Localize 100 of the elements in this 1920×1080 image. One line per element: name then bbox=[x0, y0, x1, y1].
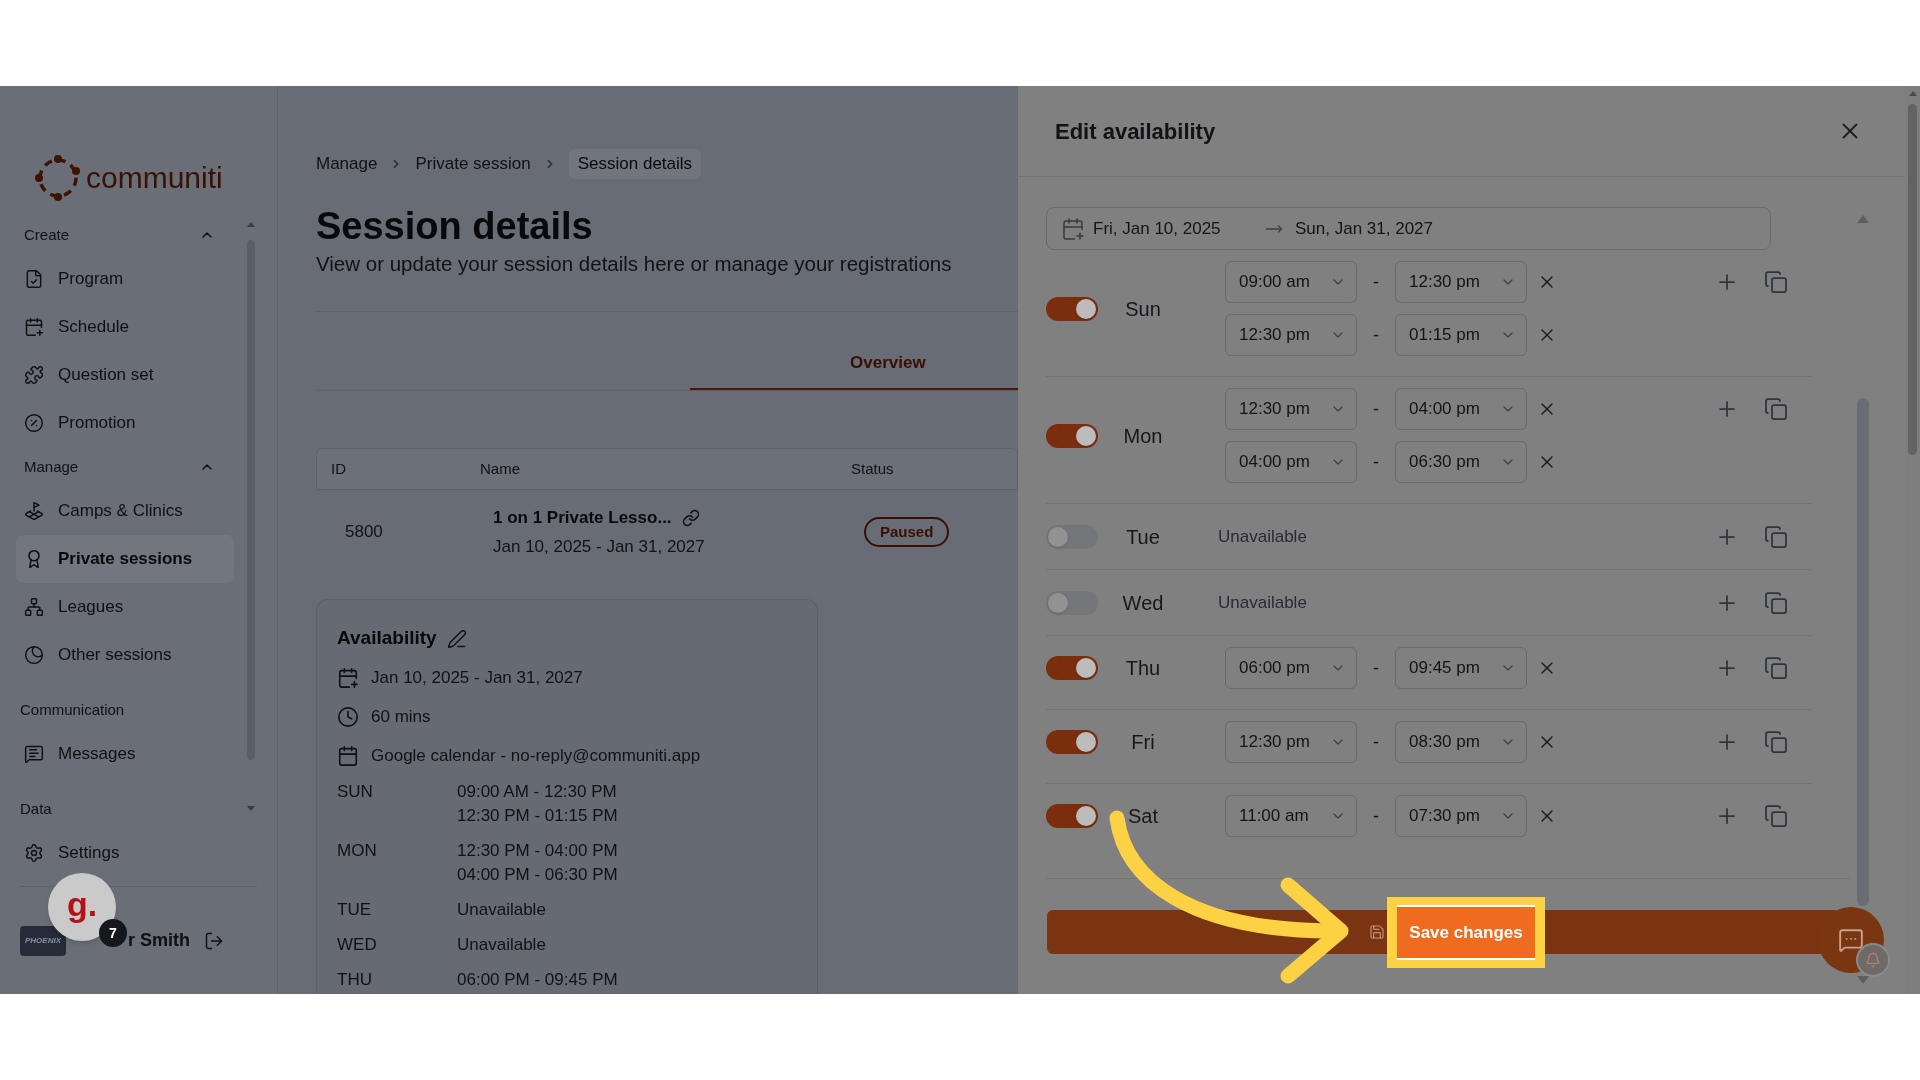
breadcrumb-link[interactable]: Manage bbox=[316, 151, 378, 177]
time-select[interactable]: 04:00 pm bbox=[1395, 388, 1527, 430]
time-select[interactable]: 04:00 pm bbox=[1225, 441, 1357, 483]
day-label: MON bbox=[337, 840, 378, 862]
column-header: Name bbox=[479, 458, 521, 479]
nav-item[interactable]: Other sessions bbox=[16, 631, 234, 679]
time-select[interactable]: 12:30 pm bbox=[1395, 261, 1527, 303]
clock-icon bbox=[337, 705, 359, 728]
time-select[interactable]: 12:30 pm bbox=[1225, 721, 1357, 763]
breadcrumb-link[interactable]: Session details bbox=[568, 149, 702, 179]
time-range: 12:30 PM - 01:15 PM bbox=[457, 805, 619, 827]
nav-item[interactable]: Promotion bbox=[16, 399, 234, 447]
day-label: Sun bbox=[1124, 296, 1162, 322]
start-date: Fri, Jan 10, 2025 bbox=[1093, 217, 1222, 240]
column-header: ID bbox=[330, 458, 347, 479]
time-select[interactable]: 07:30 pm bbox=[1395, 795, 1527, 837]
logo-text: communiti bbox=[86, 162, 223, 193]
nav-item[interactable]: Camps & Clinics bbox=[16, 487, 234, 535]
toggle-switch[interactable] bbox=[1046, 804, 1098, 828]
day-label: Mon bbox=[1122, 423, 1164, 449]
toggle-switch[interactable] bbox=[1046, 730, 1098, 754]
puzzle-icon bbox=[24, 365, 44, 385]
time-select[interactable]: 12:30 pm bbox=[1225, 314, 1357, 356]
detail-text: Google calendar - no-reply@communiti.app bbox=[371, 744, 701, 767]
drawer-title: Edit availability bbox=[1055, 117, 1216, 146]
day-label: Thu bbox=[1124, 656, 1162, 681]
time-select[interactable]: 06:00 pm bbox=[1225, 647, 1357, 689]
session-name: 1 on 1 Private Lesso... bbox=[493, 507, 672, 529]
nav-item[interactable]: Leagues bbox=[16, 583, 234, 631]
time-select[interactable]: 09:00 am bbox=[1225, 261, 1357, 303]
hierarchy-icon bbox=[24, 597, 44, 617]
card-title: Availability bbox=[337, 626, 437, 651]
time-select[interactable]: 11:00 am bbox=[1225, 795, 1357, 837]
nav-item[interactable]: Messages bbox=[16, 730, 234, 778]
day-label: TUE bbox=[337, 899, 372, 921]
pen-icon[interactable] bbox=[446, 628, 467, 649]
link-icon[interactable] bbox=[681, 508, 700, 527]
time-separator: - bbox=[1372, 804, 1380, 828]
unavailable-text: Unavailable bbox=[1218, 591, 1307, 614]
copy-icon[interactable] bbox=[1764, 524, 1788, 549]
time-range: 12:30 PM - 04:00 PM bbox=[457, 840, 619, 862]
document-check-icon bbox=[24, 269, 44, 289]
date-range-field[interactable]: Fri, Jan 10, 2025 Sun, Jan 31, 2027 bbox=[1046, 207, 1771, 250]
session-dates: Jan 10, 2025 - Jan 31, 2027 bbox=[493, 535, 706, 558]
half-circle-icon bbox=[24, 645, 44, 665]
nav-item[interactable]: Private sessions bbox=[16, 535, 234, 583]
copy-icon[interactable] bbox=[1764, 270, 1788, 294]
time-select[interactable]: 12:30 pm bbox=[1225, 388, 1357, 430]
section-label: Manage bbox=[24, 456, 79, 477]
nav-item[interactable]: Program bbox=[16, 255, 234, 303]
time-range: Unavailable bbox=[457, 934, 547, 956]
scroll-down-icon[interactable] bbox=[247, 806, 255, 811]
toggle-switch[interactable] bbox=[1046, 656, 1098, 680]
logout-icon[interactable] bbox=[204, 930, 224, 951]
table-cell-text: 5800 bbox=[344, 521, 384, 544]
section-label: Data bbox=[20, 798, 52, 819]
time-separator: - bbox=[1372, 656, 1380, 680]
time-select[interactable]: 01:15 pm bbox=[1395, 314, 1527, 356]
logo-icon bbox=[34, 153, 82, 202]
column-header: Status bbox=[850, 458, 895, 479]
copy-icon[interactable] bbox=[1764, 804, 1788, 828]
day-label: THU bbox=[337, 969, 373, 991]
scrollbar-thumb[interactable] bbox=[1857, 398, 1869, 906]
save-changes-button[interactable]: Save changes bbox=[1387, 897, 1545, 968]
copy-icon[interactable] bbox=[1764, 590, 1788, 615]
time-range: 06:00 PM - 09:45 PM bbox=[457, 969, 619, 991]
toggle-switch[interactable] bbox=[1046, 423, 1098, 448]
toggle-switch[interactable] bbox=[1046, 590, 1098, 615]
message-icon bbox=[24, 744, 44, 764]
time-select[interactable]: 06:30 pm bbox=[1395, 441, 1527, 483]
time-select[interactable]: 08:30 pm bbox=[1395, 721, 1527, 763]
time-separator: - bbox=[1372, 397, 1380, 421]
scroll-up-icon[interactable] bbox=[1908, 91, 1917, 96]
detail-text: 60 mins bbox=[371, 705, 431, 728]
unavailable-text: Unavailable bbox=[1218, 525, 1307, 548]
calendar-plus-icon bbox=[1061, 216, 1085, 241]
day-label: SUN bbox=[337, 781, 374, 803]
scroll-up-icon[interactable] bbox=[247, 222, 255, 227]
day-label: Fri bbox=[1130, 730, 1156, 755]
time-select[interactable]: 09:45 pm bbox=[1395, 647, 1527, 689]
page-subtitle: View or update your session details here or manage your registrations bbox=[316, 252, 953, 276]
copy-icon[interactable] bbox=[1764, 730, 1788, 754]
scrollbar-thumb[interactable] bbox=[1908, 104, 1917, 455]
nav-item[interactable]: Question set bbox=[16, 351, 234, 399]
day-label: Tue bbox=[1125, 524, 1161, 550]
detail-text: Jan 10, 2025 - Jan 31, 2027 bbox=[371, 666, 583, 689]
team-logo: PHOENIX bbox=[20, 925, 66, 956]
save-icon bbox=[1369, 924, 1385, 940]
nav-item[interactable]: Schedule bbox=[16, 303, 234, 351]
breadcrumb-link[interactable]: Private session bbox=[415, 151, 531, 177]
time-range: 04:00 PM - 06:30 PM bbox=[457, 864, 619, 886]
toggle-switch[interactable] bbox=[1046, 524, 1098, 549]
calendar-icon bbox=[337, 744, 359, 767]
toggle-switch[interactable] bbox=[1046, 296, 1098, 321]
chat-icon bbox=[1838, 927, 1864, 953]
copy-icon[interactable] bbox=[1764, 397, 1788, 421]
copy-icon[interactable] bbox=[1764, 656, 1788, 680]
time-range: 09:00 AM - 12:30 PM bbox=[457, 781, 618, 803]
bell-icon[interactable] bbox=[1856, 943, 1890, 977]
flag-icon bbox=[24, 501, 44, 521]
